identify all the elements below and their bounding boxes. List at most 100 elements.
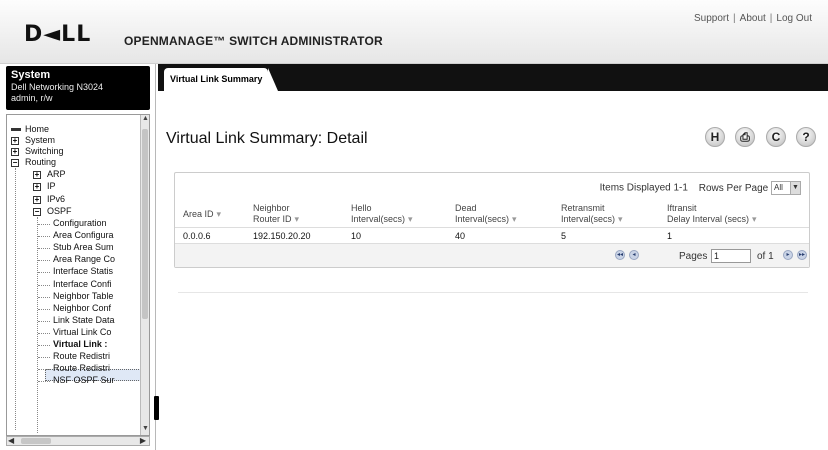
column-header[interactable]: Neighbor Router ID ▾	[253, 203, 299, 225]
column-header[interactable]: Retransmit Interval(secs) ▾	[561, 203, 623, 225]
table-info: Items Displayed 1-1 Rows Per Page All ▼	[600, 181, 801, 195]
expand-icon[interactable]: +	[11, 137, 19, 145]
collapse-icon[interactable]: −	[11, 159, 19, 167]
column-header[interactable]: Dead Interval(secs) ▾	[455, 203, 517, 225]
tree-item-ospf-8[interactable]: Link State Data	[53, 315, 115, 325]
table-cell: 10	[351, 231, 362, 241]
support-link[interactable]: Support	[694, 13, 729, 24]
tree-connector	[15, 168, 16, 430]
sidebar: System Dell Networking N3024 admin, r/w …	[0, 64, 156, 450]
tree-connector	[37, 217, 38, 433]
page-count: of 1	[757, 251, 774, 262]
content-divider	[178, 292, 808, 293]
tree-connector	[38, 284, 50, 286]
expand-icon[interactable]: +	[33, 183, 41, 191]
tree-item-ospf-6[interactable]: Neighbor Table	[53, 291, 113, 301]
sort-icon: ▾	[408, 214, 413, 224]
tree-item-ospf-11[interactable]: Route Redistri	[53, 351, 110, 361]
last-page-icon[interactable]: ▸▸	[797, 250, 807, 260]
rows-per-page-value: All	[774, 183, 783, 192]
scroll-right-icon[interactable]: ▶	[140, 436, 146, 445]
scroll-up-icon[interactable]: ▲	[141, 115, 149, 125]
tree-connector	[38, 296, 50, 298]
tree-item-ospf-7[interactable]: Neighbor Conf	[53, 303, 111, 313]
tab-bar: Virtual Link Summary	[158, 64, 828, 91]
tree-connector	[38, 248, 50, 250]
tree-connector	[38, 272, 50, 274]
pages-label: Pages	[679, 251, 708, 262]
tree-item-ospf-5[interactable]: Interface Confi	[53, 279, 112, 289]
logout-link[interactable]: Log Out	[776, 13, 812, 24]
tree-connector	[38, 381, 50, 383]
tree-item-ospf-2[interactable]: Stub Area Sum	[53, 242, 114, 252]
page-number-input[interactable]: 1	[711, 249, 751, 263]
device-name: Dell Networking N3024	[11, 82, 104, 92]
tree-item-ospf-0[interactable]: Configuration	[53, 218, 107, 228]
prev-page-icon[interactable]: ◂	[629, 250, 639, 260]
tree-item-ospf-12[interactable]: Route Redistri	[53, 363, 110, 373]
table-footer: ◂◂ ◂ Pages 1 of 1 ▸ ▸▸	[175, 243, 809, 267]
tab-virtual-link-summary[interactable]: Virtual Link Summary	[164, 68, 279, 91]
tree-connector	[38, 236, 50, 238]
expand-icon[interactable]: +	[33, 171, 41, 179]
column-header[interactable]: Iftransit Delay Interval (secs) ▾	[667, 203, 757, 225]
tree-connector	[38, 369, 50, 371]
tree-vertical-scrollbar[interactable]: ▲ ▼	[140, 115, 149, 435]
dell-logo: D◄LL	[24, 22, 92, 47]
link-separator: |	[769, 13, 773, 24]
tree-item-switching[interactable]: Switching	[25, 146, 64, 156]
rows-per-page-select[interactable]: All ▼	[771, 181, 801, 195]
expand-icon[interactable]: +	[11, 148, 19, 156]
sidebar-collapse-handle[interactable]	[154, 396, 159, 420]
tree-item-ospf-4[interactable]: Interface Statis	[53, 266, 113, 276]
about-link[interactable]: About	[740, 13, 766, 24]
tree-connector	[38, 260, 50, 262]
tree-item-ip[interactable]: IP	[47, 181, 56, 191]
tree-connector	[38, 224, 50, 225]
tree-item-ospf[interactable]: OSPF	[47, 206, 72, 216]
save-icon[interactable]: H	[705, 127, 725, 147]
sort-icon: ▾	[294, 214, 300, 224]
next-page-icon[interactable]: ▸	[783, 250, 793, 260]
scroll-down-icon[interactable]: ▼	[141, 425, 149, 435]
home-icon	[11, 128, 21, 131]
tree-item-ipv6[interactable]: IPv6	[47, 194, 65, 204]
first-page-icon[interactable]: ◂◂	[615, 250, 625, 260]
tree-connector	[38, 308, 50, 310]
hscroll-thumb[interactable]	[21, 438, 51, 444]
tree-connector	[38, 345, 50, 346]
table-cell: 1	[667, 231, 673, 241]
tree-item-routing[interactable]: Routing	[25, 157, 56, 167]
table-cell: 0.0.0.6	[183, 231, 211, 241]
scroll-thumb[interactable]	[142, 129, 148, 319]
app-header: D◄LL OPENMANAGE™ SWITCH ADMINISTRATOR Su…	[0, 0, 828, 64]
column-header[interactable]: Area ID ▾	[183, 209, 221, 220]
header-divider	[175, 227, 809, 228]
tree-item-ospf-10[interactable]: Virtual Link :	[53, 339, 107, 349]
column-header[interactable]: Hello Interval(secs) ▾	[351, 203, 413, 225]
sort-icon: ▾	[216, 209, 222, 219]
table-cell: 5	[561, 231, 567, 241]
user-info: admin, r/w	[11, 93, 53, 103]
tree-item-arp[interactable]: ARP	[47, 169, 66, 179]
scroll-left-icon[interactable]: ◀	[8, 436, 14, 445]
collapse-icon[interactable]: −	[33, 208, 41, 216]
table-cell: 40	[455, 231, 466, 241]
tree-connector	[38, 320, 50, 322]
tree-item-system[interactable]: System	[25, 135, 55, 145]
tree-item-ospf-9[interactable]: Virtual Link Co	[53, 327, 111, 337]
chevron-down-icon: ▼	[790, 182, 800, 194]
help-icon[interactable]: ?	[796, 127, 816, 147]
tree-horizontal-scrollbar[interactable]: ◀ ▶	[6, 436, 150, 446]
top-links: Support | About | Log Out	[694, 13, 812, 24]
product-title: OPENMANAGE™ SWITCH ADMINISTRATOR	[124, 34, 383, 48]
refresh-icon[interactable]: C	[766, 127, 786, 147]
rows-per-page-label: Rows Per Page	[698, 182, 769, 194]
print-icon[interactable]: ⎙	[735, 127, 755, 147]
tree-item-home[interactable]: Home	[25, 124, 49, 134]
tree-item-ospf-3[interactable]: Area Range Co	[53, 254, 115, 264]
tree-item-ospf-13[interactable]: NSF OSPF Sur	[53, 375, 115, 385]
nav-tree[interactable]: Home + System + Switching − Routing + AR…	[6, 114, 150, 436]
expand-icon[interactable]: +	[33, 196, 41, 204]
tree-item-ospf-1[interactable]: Area Configura	[53, 230, 114, 240]
